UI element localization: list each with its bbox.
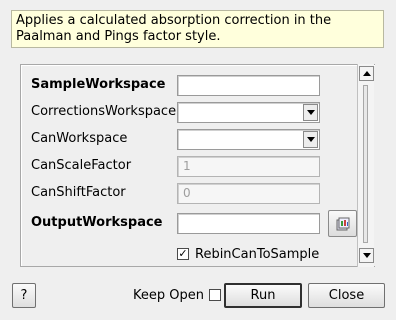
properties-scrollbar[interactable] <box>357 64 374 267</box>
can-shift-factor-label: CanShiftFactor <box>31 185 126 200</box>
run-button[interactable]: Run <box>224 283 302 308</box>
workspace-browse-button[interactable] <box>328 210 357 237</box>
output-workspace-label: OutputWorkspace <box>31 215 163 230</box>
keep-open-label: Keep Open <box>133 287 204 303</box>
keep-open-checkbox[interactable] <box>208 289 221 301</box>
sample-workspace-input[interactable] <box>177 75 320 96</box>
corrections-workspace-label: CorrectionsWorkspace <box>31 104 177 119</box>
algorithm-description: Applies a calculated absorption correcti… <box>11 10 384 48</box>
sample-workspace-label: SampleWorkspace <box>31 77 166 92</box>
close-button[interactable]: Close <box>308 283 385 308</box>
rebin-can-to-sample-option[interactable]: ✓ RebinCanToSample <box>177 245 319 263</box>
scroll-down-icon[interactable] <box>359 248 374 263</box>
help-button[interactable]: ? <box>12 283 36 308</box>
can-shift-factor-input[interactable]: 0 <box>177 183 320 204</box>
can-scale-factor-label: CanScaleFactor <box>31 158 132 173</box>
rebin-can-to-sample-checkbox[interactable]: ✓ <box>177 248 189 260</box>
can-scale-factor-input[interactable]: 1 <box>177 156 320 177</box>
can-workspace-label: CanWorkspace <box>31 131 128 146</box>
can-workspace-combo[interactable] <box>177 129 320 150</box>
corrections-workspace-combo[interactable] <box>177 102 320 123</box>
keep-open-option[interactable]: Keep Open <box>133 286 221 304</box>
workspace-browse-icon <box>336 217 349 230</box>
scrollbar-thumb[interactable] <box>363 85 368 243</box>
rebin-can-to-sample-label: RebinCanToSample <box>195 246 320 262</box>
scroll-up-icon[interactable] <box>359 66 374 81</box>
chevron-down-icon[interactable] <box>303 104 318 121</box>
chevron-down-icon[interactable] <box>303 131 318 148</box>
output-workspace-input[interactable] <box>177 213 320 234</box>
